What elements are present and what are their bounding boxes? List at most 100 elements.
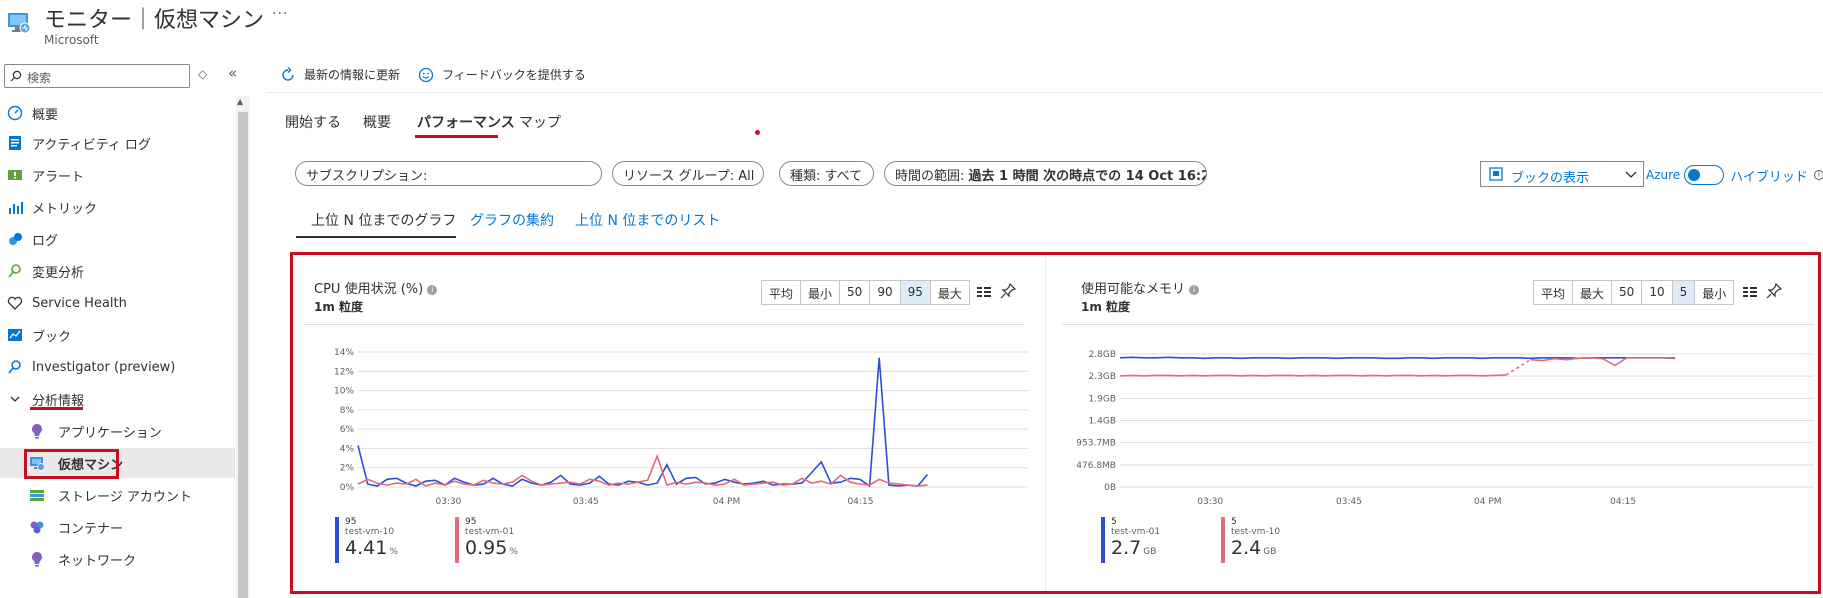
y-tick-label: 1.9GB [1089, 394, 1116, 404]
legend-swatch [1101, 517, 1105, 563]
sidebar-scrollbar-thumb[interactable] [238, 112, 248, 598]
activity-log-icon [6, 134, 24, 152]
workbook-dropdown[interactable]: ブックの表示 [1480, 161, 1644, 187]
refresh-button[interactable]: 最新の情報に更新 [280, 66, 400, 83]
feedback-button[interactable]: フィードバックを提供する [418, 66, 586, 83]
sidebar-item-applications[interactable]: アプリケーション [0, 416, 235, 446]
pin-icon[interactable] [1766, 282, 1783, 303]
sidebar-item-workbooks[interactable]: ブック [0, 320, 235, 350]
mem-chart-title: 使用可能なメモリ i [1081, 278, 1200, 297]
chevron-down-icon [6, 390, 24, 408]
subtab-top-n-charts[interactable]: 上位 N 位までのグラフ [311, 210, 456, 230]
workbook-icon [6, 326, 24, 344]
sidebar-item-activity-log[interactable]: アクティビティ ログ [0, 128, 235, 158]
sidebar-item-network[interactable]: ネットワーク [0, 544, 235, 574]
sidebar-item-investigator[interactable]: Investigator (preview) [0, 352, 235, 382]
sidebar-item-label: ブック [32, 329, 72, 345]
time-range-filter[interactable]: 時間の範囲: 過去 1 時間 次の時点での 14 Oct 16:25 [884, 161, 1207, 186]
sort-updown-icon[interactable]: ◇ [198, 67, 207, 81]
legend-toggle-icon[interactable] [1742, 285, 1758, 303]
percentile-option[interactable]: 最大 [931, 281, 969, 304]
y-tick-label: 14% [334, 348, 354, 358]
percentile-option[interactable]: 10 [1642, 281, 1673, 304]
type-filter[interactable]: 種類: すべて [779, 161, 874, 186]
percentile-option[interactable]: 95 [900, 281, 931, 304]
mem-percentile-selector[interactable]: 平均 最大 50 10 5 最小 [1533, 280, 1735, 305]
legend-swatch [335, 517, 339, 563]
x-tick-label: 03:45 [1336, 497, 1362, 507]
sidebar-item-overview[interactable]: 概要 [0, 98, 235, 128]
y-tick-label: 1.4GB [1089, 417, 1116, 427]
percentile-option[interactable]: 50 [840, 281, 871, 304]
legend-unit: % [509, 547, 518, 557]
sidebar-item-label: アラート [32, 169, 85, 185]
sidebar-item-storage[interactable]: ストレージ アカウント [0, 480, 235, 510]
sidebar-item-logs[interactable]: ログ [0, 224, 235, 254]
more-options-button[interactable]: ··· [272, 6, 288, 22]
charts-divider [1045, 255, 1046, 591]
info-icon[interactable]: i [427, 285, 438, 295]
cpu-legend-item-1[interactable]: 95 test-vm-01 0.95% [455, 517, 518, 563]
sidebar-item-label: メトリック [32, 201, 98, 217]
info-icon[interactable]: i [1813, 170, 1823, 180]
percentile-option[interactable]: 最小 [1695, 281, 1733, 304]
subscription-filter[interactable]: サブスクリプション: [295, 161, 602, 186]
azure-label: Azure [1646, 168, 1681, 182]
percentile-option[interactable]: 平均 [1534, 281, 1574, 304]
search-placeholder: 検索 [27, 71, 52, 85]
sidebar-item-service-health[interactable]: Service Health [0, 288, 235, 318]
percentile-option[interactable]: 90 [870, 281, 901, 304]
toggle-switch[interactable] [1684, 165, 1725, 185]
y-tick-label: 953.7MB [1076, 439, 1116, 449]
sidebar-item-metrics[interactable]: メトリック [0, 192, 235, 222]
collapse-sidebar-icon[interactable]: « [228, 64, 237, 82]
workbook-dropdown-label: ブックの表示 [1511, 171, 1590, 186]
pin-icon[interactable] [1000, 282, 1017, 303]
y-tick-label: 4% [340, 444, 355, 454]
tab-performance[interactable]: パフォーマンス [417, 112, 515, 132]
sidebar-item-label: ネットワーク [58, 553, 137, 569]
search-input[interactable]: 検索 [4, 64, 190, 88]
cpu-legend-item-0[interactable]: 95 test-vm-10 4.41% [335, 517, 398, 563]
refresh-icon [282, 66, 294, 81]
percentile-option[interactable]: 最小 [801, 281, 841, 304]
mem-line-chart: 2.8GB 2.3GB 1.9GB 1.4GB 953.7MB 476.8MB 0B 03:3… [1076, 350, 1814, 507]
mem-legend-item-1[interactable]: 5 test-vm-10 2.4 GB [1221, 517, 1280, 563]
subtab-active-indicator [296, 236, 456, 238]
sidebar-item-label: ログ [32, 233, 59, 249]
cpu-chart-title-text: CPU 使用状況 (%) [314, 282, 424, 297]
sidebar-item-label: コンテナー [58, 521, 124, 537]
mem-legend-item-0[interactable]: 5 test-vm-01 2.7 GB [1101, 517, 1160, 563]
subtab-top-n-list[interactable]: 上位 N 位までのリスト [575, 210, 720, 230]
percentile-option[interactable]: 最大 [1573, 281, 1613, 304]
y-tick-label: 2.3GB [1089, 372, 1116, 382]
sidebar-item-containers[interactable]: コンテナー [0, 512, 235, 542]
info-icon[interactable]: i [1189, 285, 1200, 295]
y-tick-label: 2% [340, 464, 355, 474]
chevron-down-icon [1625, 171, 1637, 178]
workbook-view-icon [1489, 167, 1503, 181]
tab-overview[interactable]: 概要 [363, 112, 391, 132]
legend-toggle-icon[interactable] [976, 285, 992, 303]
percentile-option[interactable]: 50 [1612, 281, 1643, 304]
cpu-percentile-selector[interactable]: 平均 最小 50 90 95 最大 [761, 280, 970, 305]
legend-value: 2.7 [1111, 537, 1142, 559]
y-tick-label: 0B [1104, 483, 1116, 493]
scroll-up-arrow-icon[interactable]: ▲ [237, 97, 243, 106]
cpu-chart-granularity: 1m 粒度 [314, 300, 364, 314]
tab-get-started[interactable]: 開始する [285, 112, 341, 132]
percentile-option[interactable]: 5 [1672, 281, 1696, 304]
x-tick-label: 04 PM [713, 497, 741, 507]
mem-chart-header-separator [1062, 324, 1814, 325]
mem-chart-title-text: 使用可能なメモリ [1081, 282, 1186, 297]
tab-map[interactable]: マップ [519, 112, 561, 132]
sidebar-item-change-analysis[interactable]: 変更分析 [0, 256, 235, 286]
resource-group-filter[interactable]: リソース グループ: All [612, 161, 764, 186]
sidebar-item-alerts[interactable]: アラート [0, 160, 235, 190]
azure-hybrid-toggle[interactable]: Azure ハイブリッド i [1646, 165, 1823, 185]
y-tick-label: 476.8MB [1076, 461, 1116, 471]
percentile-option[interactable]: 平均 [762, 281, 802, 304]
series-line [1119, 374, 1507, 377]
time-range-value: 過去 1 時間 次の時点での 14 Oct 16:25 [968, 169, 1207, 184]
subtab-aggregated-charts[interactable]: グラフの集約 [470, 210, 554, 230]
